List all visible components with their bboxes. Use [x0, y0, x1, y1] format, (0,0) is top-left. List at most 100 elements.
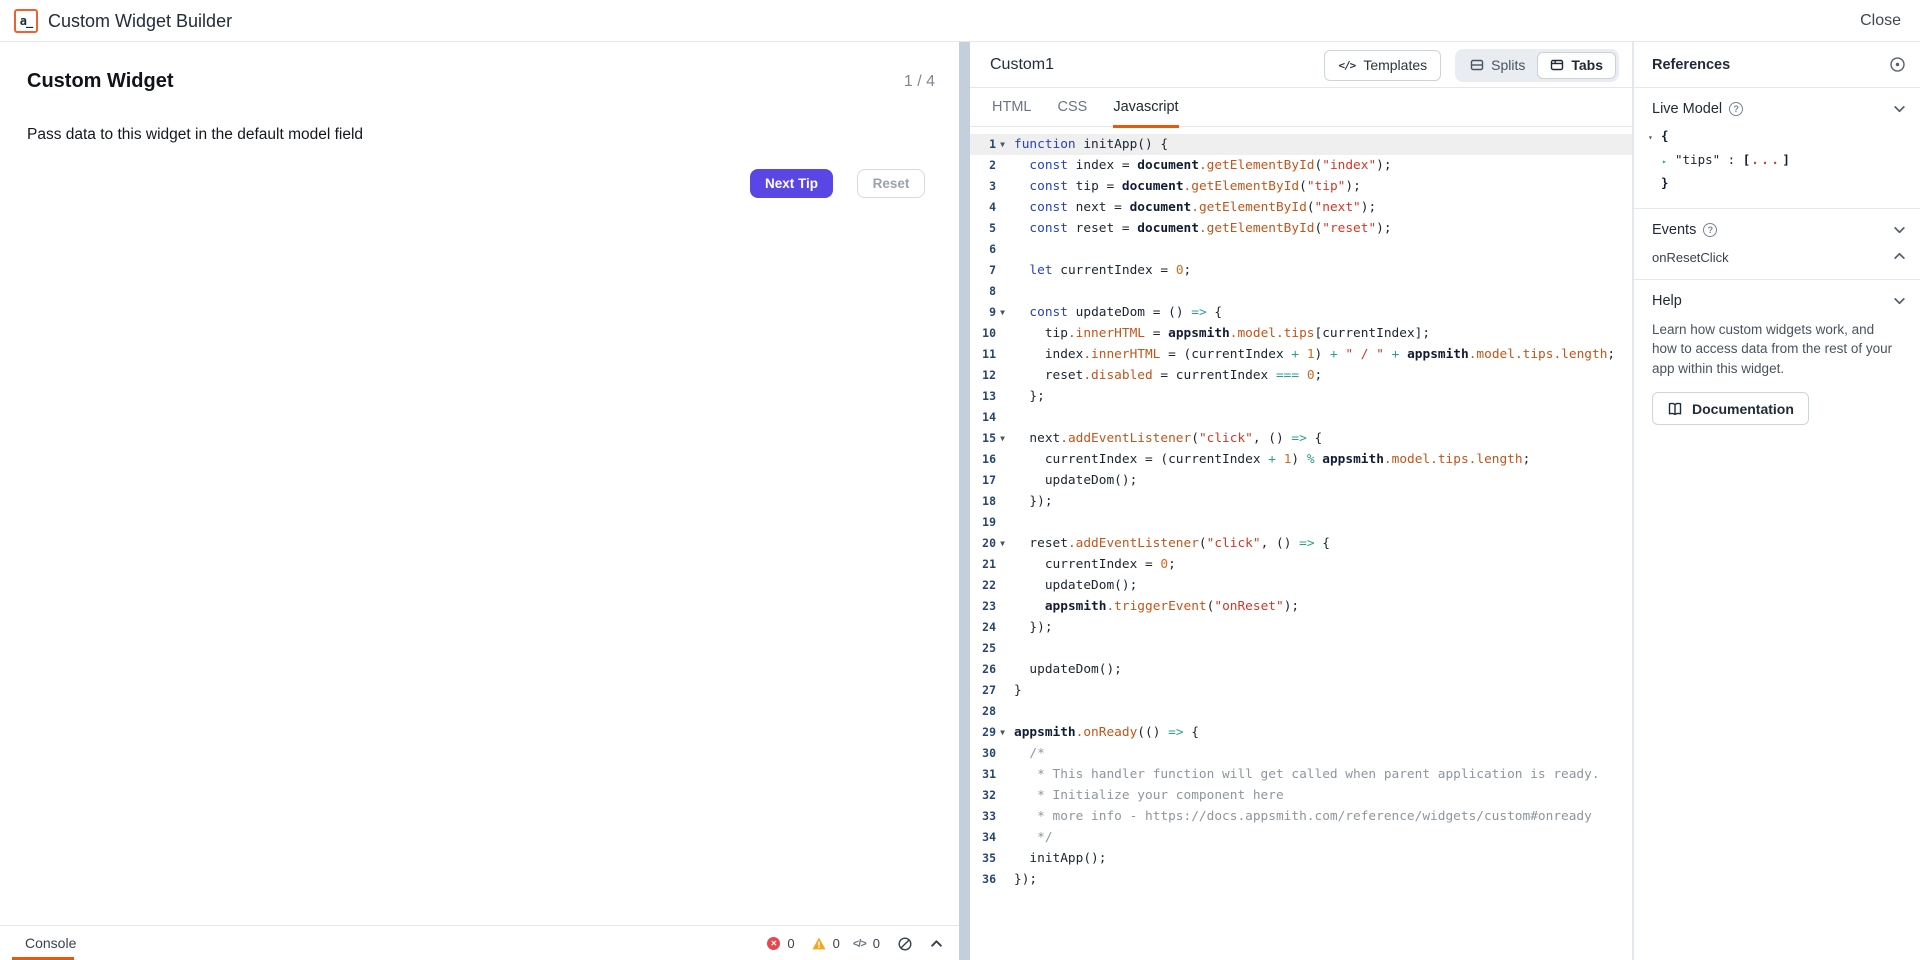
events-section: Events ? onResetClick — [1634, 209, 1920, 280]
line-number: 12 — [970, 365, 996, 386]
json-root-row[interactable]: ▾{ — [1648, 125, 1920, 149]
fold-spacer — [996, 470, 1009, 491]
chevron-up-icon[interactable] — [930, 937, 943, 950]
code-line-14[interactable]: 14 — [970, 407, 1632, 428]
code-line-26[interactable]: 26 updateDom(); — [970, 659, 1632, 680]
code-line-5[interactable]: 5 const reset = document.getElementById(… — [970, 218, 1632, 239]
splits-toggle[interactable]: Splits — [1458, 52, 1537, 79]
fold-arrow-icon[interactable]: ▼ — [996, 302, 1009, 323]
fold-spacer — [996, 323, 1009, 344]
line-number: 2 — [970, 155, 996, 176]
code-text: const updateDom = () => { — [1009, 302, 1222, 323]
fold-arrow-icon[interactable]: ▼ — [996, 134, 1009, 155]
code-text — [1009, 638, 1014, 659]
code-line-17[interactable]: 17 updateDom(); — [970, 470, 1632, 491]
code-text — [1009, 701, 1014, 722]
fold-spacer — [996, 197, 1009, 218]
line-number: 36 — [970, 869, 996, 890]
code-text: updateDom(); — [1009, 659, 1122, 680]
code-line-33[interactable]: 33 * more info - https://docs.appsmith.c… — [970, 806, 1632, 827]
tab-html[interactable]: HTML — [992, 88, 1031, 127]
code-text: reset.addEventListener("click", () => { — [1009, 533, 1330, 554]
fold-spacer — [996, 827, 1009, 848]
code-line-8[interactable]: 8 — [970, 281, 1632, 302]
code-line-3[interactable]: 3 const tip = document.getElementById("t… — [970, 176, 1632, 197]
json-tips-row[interactable]: ▸"tips" : [...] — [1648, 149, 1920, 173]
tab-javascript[interactable]: Javascript — [1113, 88, 1178, 127]
fold-spacer — [996, 680, 1009, 701]
code-line-34[interactable]: 34 */ — [970, 827, 1632, 848]
fold-spacer — [996, 365, 1009, 386]
next-tip-button[interactable]: Next Tip — [750, 169, 833, 198]
tabs-toggle[interactable]: Tabs — [1537, 52, 1616, 79]
error-icon: ✕ — [767, 937, 780, 950]
fold-spacer — [996, 512, 1009, 533]
code-line-19[interactable]: 19 — [970, 512, 1632, 533]
eye-icon[interactable] — [1889, 56, 1906, 73]
templates-button[interactable]: </> Templates — [1324, 50, 1441, 81]
code-line-30[interactable]: 30 /* — [970, 743, 1632, 764]
chevron-down-icon[interactable] — [1893, 102, 1906, 115]
tab-css[interactable]: CSS — [1057, 88, 1087, 127]
fold-spacer — [996, 449, 1009, 470]
code-line-12[interactable]: 12 reset.disabled = currentIndex === 0; — [970, 365, 1632, 386]
close-button[interactable]: Close — [1860, 0, 1901, 42]
code-line-20[interactable]: 20▼ reset.addEventListener("click", () =… — [970, 533, 1632, 554]
live-model-json-tree: ▾{ ▸"tips" : [...] } — [1634, 117, 1920, 208]
code-line-2[interactable]: 2 const index = document.getElementById(… — [970, 155, 1632, 176]
event-onresetclick[interactable]: onResetClick — [1634, 238, 1920, 279]
tabs-icon — [1550, 58, 1564, 72]
clear-logs-icon[interactable] — [897, 936, 913, 952]
help-circle-icon[interactable]: ? — [1729, 102, 1743, 116]
chevron-down-icon[interactable] — [1893, 223, 1906, 236]
console-tab[interactable]: Console — [25, 926, 76, 960]
code-line-24[interactable]: 24 }); — [970, 617, 1632, 638]
code-line-27[interactable]: 27} — [970, 680, 1632, 701]
code-line-32[interactable]: 32 * Initialize your component here — [970, 785, 1632, 806]
templates-label: Templates — [1363, 57, 1427, 73]
code-line-7[interactable]: 7 let currentIndex = 0; — [970, 260, 1632, 281]
code-text: tip.innerHTML = appsmith.model.tips[curr… — [1009, 323, 1430, 344]
code-line-28[interactable]: 28 — [970, 701, 1632, 722]
code-line-31[interactable]: 31 * This handler function will get call… — [970, 764, 1632, 785]
fold-spacer — [996, 659, 1009, 680]
line-number: 17 — [970, 470, 996, 491]
panel-resize-handle[interactable] — [959, 42, 970, 960]
code-line-6[interactable]: 6 — [970, 239, 1632, 260]
code-line-16[interactable]: 16 currentIndex = (currentIndex + 1) % a… — [970, 449, 1632, 470]
code-line-9[interactable]: 9▼ const updateDom = () => { — [970, 302, 1632, 323]
code-lines[interactable]: 1▼function initApp() {2 const index = do… — [970, 128, 1632, 960]
code-line-13[interactable]: 13 }; — [970, 386, 1632, 407]
reset-button[interactable]: Reset — [857, 169, 925, 198]
documentation-button[interactable]: Documentation — [1652, 392, 1809, 425]
code-line-11[interactable]: 11 index.innerHTML = (currentIndex + 1) … — [970, 344, 1632, 365]
fold-spacer — [996, 386, 1009, 407]
fold-spacer — [996, 617, 1009, 638]
chevron-up-icon[interactable] — [1893, 250, 1906, 263]
topbar: a_ Custom Widget Builder Close — [0, 0, 1920, 42]
chevron-down-icon[interactable] — [1893, 294, 1906, 307]
help-circle-icon[interactable]: ? — [1703, 223, 1717, 237]
appsmith-logo-icon: a_ — [14, 9, 38, 33]
fold-arrow-icon[interactable]: ▼ — [996, 533, 1009, 554]
code-line-21[interactable]: 21 currentIndex = 0; — [970, 554, 1632, 575]
fold-spacer — [996, 407, 1009, 428]
code-line-23[interactable]: 23 appsmith.triggerEvent("onReset"); — [970, 596, 1632, 617]
code-line-1[interactable]: 1▼function initApp() { — [970, 134, 1632, 155]
code-line-29[interactable]: 29▼appsmith.onReady(() => { — [970, 722, 1632, 743]
code-line-15[interactable]: 15▼ next.addEventListener("click", () =>… — [970, 428, 1632, 449]
code-line-4[interactable]: 4 const next = document.getElementById("… — [970, 197, 1632, 218]
line-number: 9 — [970, 302, 996, 323]
code-line-36[interactable]: 36}); — [970, 869, 1632, 890]
code-line-25[interactable]: 25 — [970, 638, 1632, 659]
code-line-18[interactable]: 18 }); — [970, 491, 1632, 512]
fold-arrow-icon[interactable]: ▼ — [996, 428, 1009, 449]
line-number: 23 — [970, 596, 996, 617]
code-line-35[interactable]: 35 initApp(); — [970, 848, 1632, 869]
fold-spacer — [996, 575, 1009, 596]
code-line-10[interactable]: 10 tip.innerHTML = appsmith.model.tips[c… — [970, 323, 1632, 344]
fold-arrow-icon[interactable]: ▼ — [996, 722, 1009, 743]
console-bar: Console ✕ 0 0 </> 0 — [0, 925, 959, 960]
help-title: Help — [1652, 293, 1682, 309]
code-line-22[interactable]: 22 updateDom(); — [970, 575, 1632, 596]
